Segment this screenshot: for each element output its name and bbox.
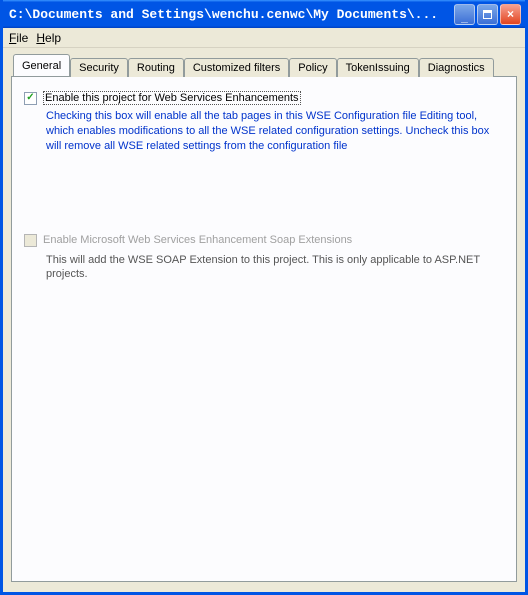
row-enable-wse: ✓ Enable this project for Web Services E… (24, 91, 504, 105)
tab-policy[interactable]: Policy (289, 58, 336, 77)
window-frame: C:\Documents and Settings\wenchu.cenwc\M… (0, 0, 528, 595)
minimize-button[interactable]: _ (454, 4, 475, 25)
maximize-button[interactable] (477, 4, 498, 25)
tab-security[interactable]: Security (70, 58, 128, 77)
client-area: General Security Routing Customized filt… (3, 48, 525, 592)
titlebar-buttons: _ × (454, 4, 521, 25)
titlebar: C:\Documents and Settings\wenchu.cenwc\M… (3, 0, 525, 28)
label-soap-ext: Enable Microsoft Web Services Enhancemen… (43, 234, 352, 246)
tab-diagnostics[interactable]: Diagnostics (419, 58, 494, 77)
row-soap-ext: Enable Microsoft Web Services Enhancemen… (24, 234, 504, 247)
desc-soap-ext: This will add the WSE SOAP Extension to … (46, 253, 486, 283)
checkbox-soap-ext (24, 234, 37, 247)
tab-customized-filters[interactable]: Customized filters (184, 58, 289, 77)
menubar: File Help (3, 28, 525, 48)
desc-enable-wse: Checking this box will enable all the ta… (46, 109, 501, 154)
tabs-row: General Security Routing Customized filt… (13, 54, 517, 76)
check-mark-icon: ✓ (26, 93, 34, 103)
tab-panel-general: ✓ Enable this project for Web Services E… (11, 76, 517, 582)
window-title: C:\Documents and Settings\wenchu.cenwc\M… (9, 7, 454, 22)
close-button[interactable]: × (500, 4, 521, 25)
menu-help[interactable]: Help (36, 31, 61, 45)
checkbox-enable-wse[interactable]: ✓ (24, 92, 37, 105)
tab-tokenissuing[interactable]: TokenIssuing (337, 58, 419, 77)
label-enable-wse[interactable]: Enable this project for Web Services Enh… (43, 91, 301, 105)
tab-routing[interactable]: Routing (128, 58, 184, 77)
menu-file[interactable]: File (9, 31, 28, 45)
tab-general[interactable]: General (13, 54, 70, 76)
